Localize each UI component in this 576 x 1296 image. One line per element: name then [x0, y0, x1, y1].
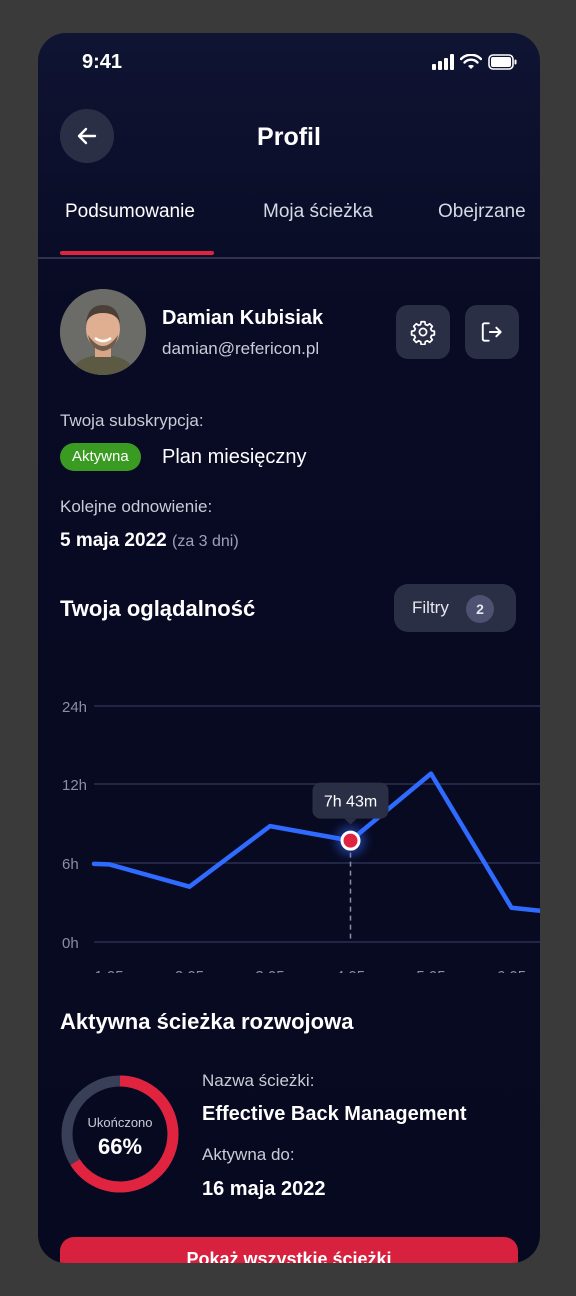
tab-bar: Podsumowanie Moja ścieżka Obejrzane: [38, 201, 540, 259]
renewal-note: (za 3 dni): [171, 533, 239, 550]
status-bar: 9:41: [38, 33, 540, 93]
y-tick-label: 12h: [62, 777, 87, 794]
filters-count-badge: 2: [466, 595, 494, 623]
status-time: 9:41: [82, 51, 123, 73]
settings-button[interactable]: [396, 305, 450, 359]
tab-obejrzane[interactable]: Obejrzane: [438, 201, 526, 223]
progress-label-group: Ukończono 66%: [60, 1074, 180, 1194]
watch-title: Twoja oglądalność: [60, 596, 256, 621]
header: Profil: [38, 109, 540, 169]
filters-button[interactable]: Filtry 2: [394, 584, 516, 632]
progress-label: Ukończono: [87, 1115, 153, 1130]
renewal-date: 5 maja 2022: [60, 530, 167, 551]
page-title: Profil: [257, 123, 321, 151]
signal-icon: [432, 54, 454, 70]
selected-point-marker[interactable]: [340, 830, 361, 851]
y-tick-label: 6h: [62, 856, 79, 873]
x-tick-label: 5.05: [416, 968, 445, 973]
progress-value: 66%: [97, 1134, 143, 1159]
renewal-label: Kolejne odnowienie:: [60, 497, 213, 516]
wifi-icon: [460, 54, 482, 69]
y-tick-label: 0h: [62, 935, 79, 952]
x-tick-label: 2.05: [175, 968, 204, 973]
profile-email: damian@refericon.pl: [162, 339, 320, 358]
logout-button[interactable]: [465, 305, 519, 359]
path-title: Aktywna ścieżka rozwojowa: [60, 1009, 354, 1034]
x-tick-label: 1.05: [94, 968, 123, 973]
subscription-label: Twoja subskrypcja:: [60, 411, 204, 430]
tab-podsumowanie[interactable]: Podsumowanie: [65, 201, 195, 223]
plan-name: Plan miesięczny: [162, 446, 307, 468]
tooltip-label: 7h 43m: [324, 794, 377, 811]
path-until-date: 16 maja 2022: [202, 1178, 326, 1200]
show-all-paths-button[interactable]: Pokaż wszystkie ścieżki: [60, 1237, 518, 1263]
path-until-label: Aktywna do:: [202, 1145, 295, 1164]
battery-icon: [488, 54, 517, 70]
profile-card: Damian Kubisiak damian@refericon.pl: [60, 289, 520, 379]
x-tick-label: 4.05: [336, 968, 365, 973]
x-tick-label: 6.05: [497, 968, 526, 973]
avatar: [60, 289, 146, 375]
renewal-info: 5 maja 2022 (za 3 dni): [60, 530, 239, 552]
tooltip-arrow: [344, 818, 357, 825]
logout-icon: [481, 322, 502, 342]
active-tab-indicator: [60, 251, 214, 255]
status-badge: Aktywna: [60, 443, 141, 471]
watch-chart: 24h 12h 6h 0h 1.05 2.05 3.05 4.05 5.05 6.05 7h 43m: [62, 699, 540, 973]
y-tick-label: 24h: [62, 699, 87, 716]
filters-label: Filtry: [412, 598, 449, 617]
gear-icon: [410, 320, 436, 345]
path-name-label: Nazwa ścieżki:: [202, 1071, 315, 1090]
profile-name: Damian Kubisiak: [162, 307, 324, 329]
status-icons: [432, 54, 518, 70]
tab-moja-sciezka[interactable]: Moja ścieżka: [263, 201, 373, 223]
x-tick-label: 3.05: [255, 968, 284, 973]
phone-screen: 9:41 Profil Podsumowanie Moja ścieżka Ob…: [38, 33, 540, 1263]
path-name: Effective Back Management: [202, 1103, 467, 1125]
